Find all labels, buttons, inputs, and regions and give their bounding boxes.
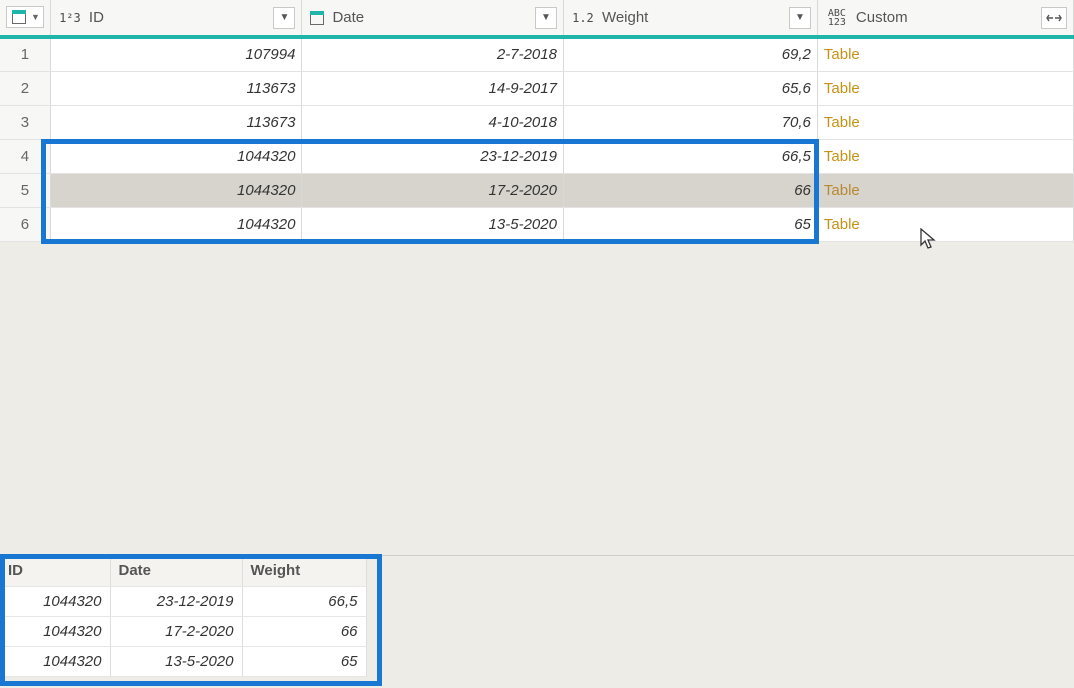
preview-cell-id[interactable]: 1044320 [0, 646, 110, 676]
cell-date[interactable]: 13-5-2020 [302, 207, 564, 241]
decimal-type-icon: 1.2 [570, 8, 596, 28]
preview-cell-date[interactable]: 23-12-2019 [110, 586, 242, 616]
date-type-icon [308, 9, 326, 27]
preview-pane: ID Date Weight 104432023-12-201966,51044… [0, 555, 1074, 688]
table-row[interactable]: 6104432013-5-202065Table [0, 207, 1074, 241]
table-row[interactable]: 5104432017-2-202066Table [0, 173, 1074, 207]
cell-date[interactable]: 14-9-2017 [302, 71, 564, 105]
table-row[interactable]: 31136734-10-201870,6Table [0, 105, 1074, 139]
preview-row[interactable]: 104432017-2-202066 [0, 616, 366, 646]
cell-custom[interactable]: Table [817, 105, 1073, 139]
preview-header-row: ID Date Weight [0, 556, 366, 586]
column-header-weight[interactable]: 1.2 Weight ▼ [563, 0, 817, 37]
cell-date[interactable]: 17-2-2020 [302, 173, 564, 207]
preview-header-weight[interactable]: Weight [242, 556, 366, 586]
preview-cell-weight[interactable]: 66 [242, 616, 366, 646]
cell-weight[interactable]: 69,2 [563, 37, 817, 71]
filter-dropdown-weight[interactable]: ▼ [789, 7, 811, 29]
column-label: ID [89, 9, 268, 26]
preview-cell-id[interactable]: 1044320 [0, 616, 110, 646]
preview-row[interactable]: 104432013-5-202065 [0, 646, 366, 676]
row-number[interactable]: 2 [0, 71, 50, 105]
filter-dropdown-id[interactable]: ▼ [273, 7, 295, 29]
row-number[interactable]: 4 [0, 139, 50, 173]
expand-icon [1046, 11, 1062, 25]
cell-id[interactable]: 1044320 [50, 207, 302, 241]
cell-id[interactable]: 113673 [50, 105, 302, 139]
table-icon [10, 8, 28, 26]
cell-date[interactable]: 23-12-2019 [302, 139, 564, 173]
row-number[interactable]: 1 [0, 37, 50, 71]
column-header-id[interactable]: 1²3 ID ▼ [50, 0, 302, 37]
table-options-dropdown[interactable]: ▼ [6, 6, 44, 28]
column-label: Custom [856, 9, 1035, 26]
int-type-icon: 1²3 [57, 8, 83, 28]
cell-id[interactable]: 1044320 [50, 139, 302, 173]
filter-dropdown-date[interactable]: ▼ [535, 7, 557, 29]
cell-date[interactable]: 2-7-2018 [302, 37, 564, 71]
preview-table[interactable]: ID Date Weight 104432023-12-201966,51044… [0, 556, 367, 677]
cell-id[interactable]: 1044320 [50, 173, 302, 207]
column-header-custom[interactable]: ABC 123 Custom [817, 0, 1073, 37]
cell-custom[interactable]: Table [817, 207, 1073, 241]
cell-weight[interactable]: 65,6 [563, 71, 817, 105]
column-header-date[interactable]: Date ▼ [302, 0, 564, 37]
cell-custom[interactable]: Table [817, 71, 1073, 105]
column-label: Date [332, 9, 529, 26]
cell-date[interactable]: 4-10-2018 [302, 105, 564, 139]
cell-custom[interactable]: Table [817, 139, 1073, 173]
preview-header-id[interactable]: ID [0, 556, 110, 586]
table-row[interactable]: 211367314-9-201765,6Table [0, 71, 1074, 105]
row-number[interactable]: 5 [0, 173, 50, 207]
preview-cell-weight[interactable]: 66,5 [242, 586, 366, 616]
main-data-grid[interactable]: ▼ 1²3 ID ▼ Date ▼ 1.2 [0, 0, 1074, 242]
preview-cell-id[interactable]: 1044320 [0, 586, 110, 616]
table-row[interactable]: 11079942-7-201869,2Table [0, 37, 1074, 71]
column-label: Weight [602, 9, 783, 26]
any-type-icon: ABC 123 [824, 8, 850, 28]
row-number[interactable]: 3 [0, 105, 50, 139]
cell-weight[interactable]: 65 [563, 207, 817, 241]
cell-id[interactable]: 113673 [50, 71, 302, 105]
cell-weight[interactable]: 66 [563, 173, 817, 207]
cell-weight[interactable]: 70,6 [563, 105, 817, 139]
preview-cell-weight[interactable]: 65 [242, 646, 366, 676]
corner-cell[interactable]: ▼ [0, 0, 50, 37]
chevron-down-icon: ▼ [31, 12, 40, 22]
preview-cell-date[interactable]: 17-2-2020 [110, 616, 242, 646]
preview-row[interactable]: 104432023-12-201966,5 [0, 586, 366, 616]
header-row: ▼ 1²3 ID ▼ Date ▼ 1.2 [0, 0, 1074, 37]
cell-id[interactable]: 107994 [50, 37, 302, 71]
cell-weight[interactable]: 66,5 [563, 139, 817, 173]
preview-cell-date[interactable]: 13-5-2020 [110, 646, 242, 676]
cell-custom[interactable]: Table [817, 173, 1073, 207]
table-row[interactable]: 4104432023-12-201966,5Table [0, 139, 1074, 173]
row-number[interactable]: 6 [0, 207, 50, 241]
preview-header-date[interactable]: Date [110, 556, 242, 586]
expand-column-button[interactable] [1041, 7, 1067, 29]
cell-custom[interactable]: Table [817, 37, 1073, 71]
